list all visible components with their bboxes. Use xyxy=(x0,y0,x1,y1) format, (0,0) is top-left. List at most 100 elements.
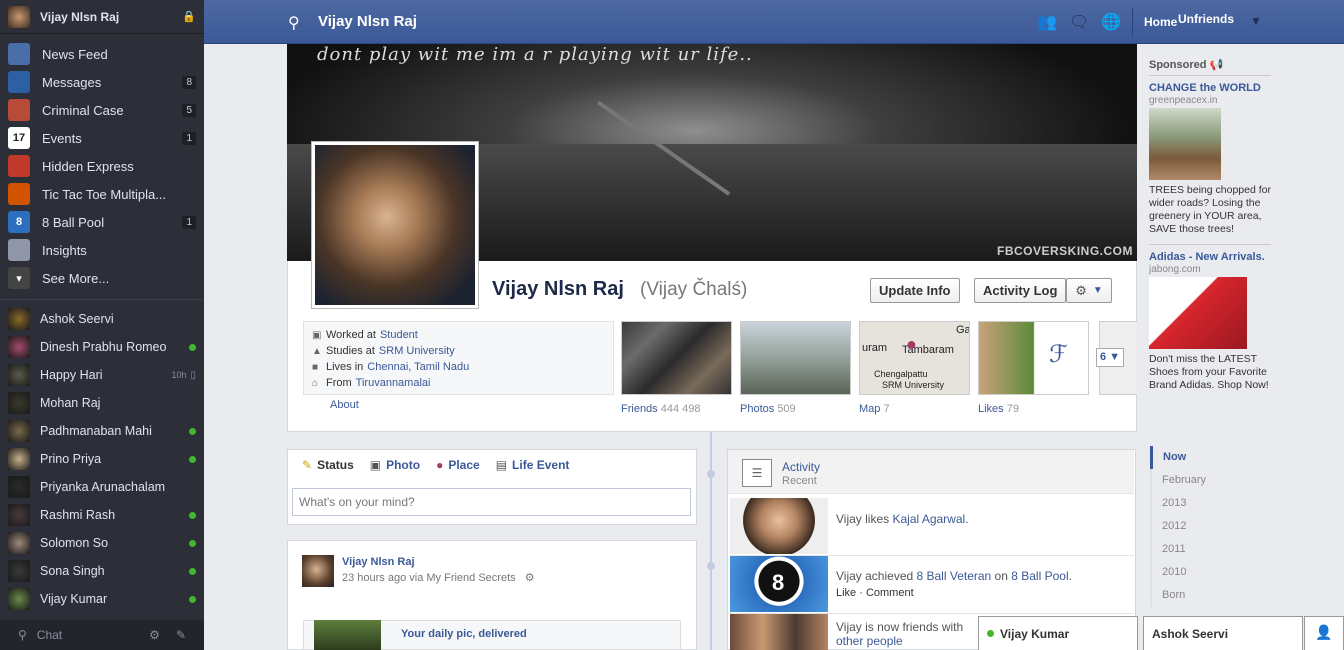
sidebar-item[interactable]: Hidden Express xyxy=(0,152,204,180)
map-thumb[interactable]: uram Tambaram Chengalpattu SRM Universit… xyxy=(859,321,970,395)
thumb-label: Likes xyxy=(978,403,1004,415)
year-link[interactable]: Born xyxy=(1150,584,1270,607)
photos-label[interactable]: Photos 509 xyxy=(740,403,796,415)
chat-bar[interactable]: ⚲ Chat ⚙ ✎ xyxy=(0,620,204,650)
sidebar-item[interactable]: 17 Events 1 xyxy=(0,124,204,152)
year-link[interactable]: 2010 xyxy=(1150,561,1270,584)
unfriends-link[interactable]: Unfriends xyxy=(1178,12,1234,26)
sidebar-item-label: Hidden Express xyxy=(42,158,134,174)
likes-label[interactable]: Likes 79 xyxy=(978,403,1019,415)
chat-tab-vijay-kumar[interactable]: Vijay Kumar xyxy=(978,616,1138,650)
chat-friend[interactable]: Priyanka Arunachalam xyxy=(0,473,204,501)
friend-requests-icon[interactable]: 👥 xyxy=(1036,12,1058,32)
year-link[interactable]: February xyxy=(1150,469,1270,492)
sidebar-item[interactable]: 8 8 Ball Pool 1 xyxy=(0,208,204,236)
chat-friend-name: Happy Hari xyxy=(40,368,103,382)
gear-icon[interactable]: ⚙ xyxy=(525,572,535,584)
ad-title[interactable]: Adidas - New Arrivals. xyxy=(1149,251,1271,264)
chat-friend[interactable]: Rashmi Rash xyxy=(0,501,204,529)
year-link[interactable]: 2011 xyxy=(1150,538,1270,561)
chat-friend-name: Sona Singh xyxy=(40,564,105,578)
intro-link[interactable]: Student xyxy=(380,329,418,341)
about-link[interactable]: About xyxy=(330,399,359,411)
intro-link[interactable]: Tiruvannamalai xyxy=(356,377,431,389)
friends-thumb[interactable] xyxy=(621,321,732,395)
search-icon[interactable]: ⚲ xyxy=(288,13,300,33)
activity-link[interactable]: 8 Ball Pool xyxy=(1011,569,1068,583)
likes-thumb[interactable]: ℱ xyxy=(978,321,1089,395)
sidebar-profile-name: Vijay Nlsn Raj xyxy=(40,9,120,24)
chat-search-input[interactable]: Chat xyxy=(37,628,62,642)
sidebar-item[interactable]: News Feed xyxy=(0,40,204,68)
status-input[interactable]: What's on your mind? xyxy=(292,488,691,516)
gear-icon[interactable]: ⚙ xyxy=(149,628,160,642)
chat-friend[interactable]: Solomon So xyxy=(0,529,204,557)
activity-link[interactable]: 8 Ball Veteran xyxy=(917,569,992,583)
profile-name: Vijay Nlsn Raj xyxy=(492,278,624,300)
globe-icon[interactable]: 🌐 xyxy=(1100,12,1122,32)
cover-watermark: FBCOVERSKING.COM xyxy=(996,244,1133,258)
activity-link[interactable]: other people xyxy=(836,634,903,648)
activity-thumb[interactable] xyxy=(730,614,828,650)
map-label-link[interactable]: Map 7 xyxy=(859,403,890,415)
activity-thumb[interactable] xyxy=(730,498,828,554)
chevron-down-icon: ▼ xyxy=(1092,285,1103,296)
year-link[interactable]: Now xyxy=(1150,446,1270,469)
activity-title[interactable]: Activity xyxy=(782,460,820,474)
avatar xyxy=(8,364,30,386)
ad-title[interactable]: CHANGE the WORLD xyxy=(1149,82,1271,95)
chat-friend[interactable]: Vijay Kumar xyxy=(0,585,204,613)
sidebar-profile[interactable]: Vijay Nlsn Raj 🔒 xyxy=(0,0,204,34)
sidebar-item[interactable]: Tic Tac Toe Multipla... xyxy=(0,180,204,208)
activity-link[interactable]: Kajal Agarwal xyxy=(892,512,965,526)
intro-link[interactable]: Chennai, Tamil Nadu xyxy=(367,361,469,373)
timeline-dot xyxy=(707,562,715,570)
chevron-down-icon[interactable]: ▼ xyxy=(1250,14,1262,28)
add-friend-icon[interactable]: 👤 xyxy=(1304,616,1344,650)
ad-item[interactable]: CHANGE the WORLD greenpeacex.in TREES be… xyxy=(1149,82,1271,236)
chat-friend[interactable]: Happy Hari 10h ▯ xyxy=(0,361,204,389)
activity-log-button[interactable]: Activity Log xyxy=(974,278,1067,303)
ad-image[interactable] xyxy=(1149,108,1221,180)
messages-icon[interactable]: 🗨 xyxy=(1068,12,1090,32)
update-info-button[interactable]: Update Info xyxy=(870,278,960,303)
avatar[interactable] xyxy=(302,555,334,587)
chat-friend[interactable]: Prino Priya xyxy=(0,445,204,473)
sidebar-item[interactable]: Insights xyxy=(0,236,204,264)
page-title[interactable]: Vijay Nlsn Raj xyxy=(318,13,417,30)
year-link[interactable]: 2012 xyxy=(1150,515,1270,538)
chat-friend[interactable]: Padhmanaban Mahi xyxy=(0,417,204,445)
avatar xyxy=(8,448,30,470)
eight-ball-icon[interactable]: 8 xyxy=(730,556,828,612)
profile-picture[interactable] xyxy=(311,141,479,309)
like-comment-links[interactable]: Like · Comment xyxy=(836,587,914,599)
chat-tab-ashok-seervi[interactable]: Ashok Seervi xyxy=(1143,616,1303,650)
friends-label[interactable]: Friends 444 498 xyxy=(621,403,701,415)
post-author[interactable]: Vijay Nlsn Raj xyxy=(342,556,415,568)
ad-item[interactable]: Adidas - New Arrivals. jabong.com Don't … xyxy=(1149,251,1271,392)
tab-photo[interactable]: ▣ Photo xyxy=(370,458,420,472)
tab-status[interactable]: ✎ Status xyxy=(302,458,354,472)
settings-dropdown-button[interactable]: ⚙ ▼ xyxy=(1066,278,1112,303)
tab-life-event[interactable]: ▤ Life Event xyxy=(496,458,570,472)
more-sections-button[interactable]: 6 ▼ xyxy=(1096,348,1124,367)
megaphone-icon: 📢 xyxy=(1209,59,1224,71)
photos-thumb[interactable] xyxy=(740,321,851,395)
profile-picture-image xyxy=(315,145,475,305)
chat-friend[interactable]: Ashok Seervi xyxy=(0,305,204,333)
chat-friend[interactable]: Mohan Raj xyxy=(0,389,204,417)
ad-image[interactable] xyxy=(1149,277,1247,349)
post-attachment-title[interactable]: Your daily pic, delivered xyxy=(401,628,527,640)
compose-icon[interactable]: ✎ xyxy=(176,628,186,642)
year-link[interactable]: 2013 xyxy=(1150,492,1270,515)
sidebar-item[interactable]: ▾ See More... xyxy=(0,264,204,292)
tab-place[interactable]: ● Place xyxy=(436,458,480,472)
notification-jewels: 👥 🗨 🌐 xyxy=(1036,12,1122,32)
sidebar-item[interactable]: Criminal Case 5 xyxy=(0,96,204,124)
chat-friend[interactable]: Sona Singh xyxy=(0,557,204,585)
sidebar-item[interactable]: Messages 8 xyxy=(0,68,204,96)
home-link[interactable]: Home xyxy=(1144,15,1177,29)
intro-link[interactable]: SRM University xyxy=(379,345,455,357)
chat-friend[interactable]: Dinesh Prabhu Romeo xyxy=(0,333,204,361)
lock-icon[interactable]: 🔒 xyxy=(182,10,196,23)
